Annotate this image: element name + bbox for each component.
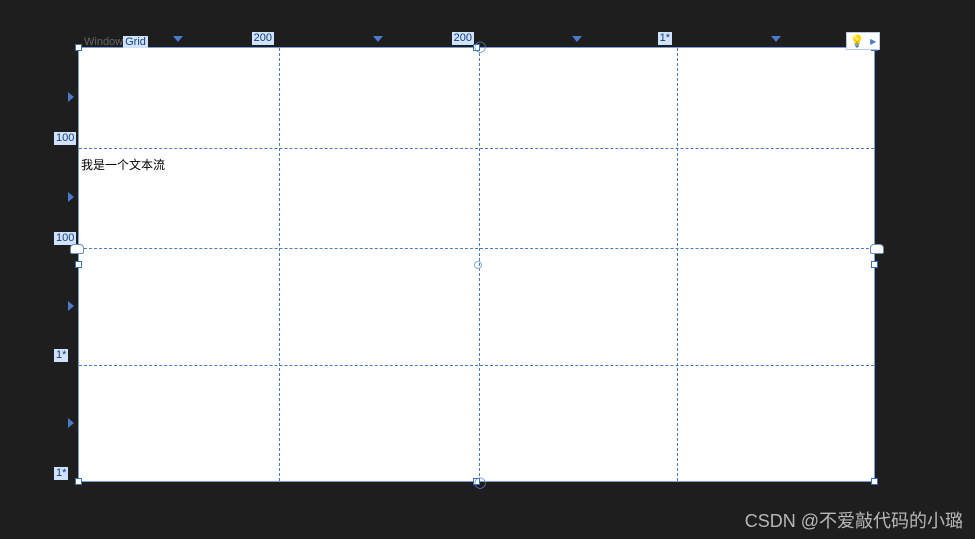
breadcrumb[interactable]: WindowGrid [84, 36, 148, 48]
chevron-right-icon [68, 418, 74, 428]
column-header[interactable]: 200 [278, 36, 478, 50]
row-header[interactable]: 1* [56, 364, 76, 482]
breadcrumb-grid[interactable]: Grid [123, 36, 148, 48]
chevron-right-icon [68, 92, 74, 102]
quick-actions-button[interactable]: 💡 ▶ [846, 32, 880, 50]
grid-column-line[interactable] [677, 48, 678, 481]
column-size-label[interactable]: 1* [658, 32, 672, 45]
lightbulb-icon: 💡 [850, 34, 865, 48]
chevron-down-icon [173, 36, 183, 42]
row-ruler[interactable]: 100 100 1* 1* [56, 47, 76, 482]
grid-row-line[interactable] [79, 148, 874, 149]
row-size-label[interactable]: 100 [54, 132, 76, 145]
column-size-label[interactable]: 200 [452, 32, 474, 45]
column-size-label[interactable]: 200 [252, 32, 274, 45]
center-adorner-icon [474, 261, 482, 269]
column-grip-icon[interactable]: ◯ [474, 476, 486, 489]
chevron-right-icon: ▶ [870, 37, 876, 46]
chevron-right-icon [68, 192, 74, 202]
design-canvas[interactable]: 我是一个文本流 [78, 47, 875, 482]
breadcrumb-window[interactable]: Window [84, 36, 123, 48]
textblock-content[interactable]: 我是一个文本流 [81, 156, 165, 173]
row-header[interactable]: 100 [56, 47, 76, 147]
row-header[interactable]: 100 [56, 147, 76, 247]
chevron-down-icon [771, 36, 781, 42]
watermark-text: CSDN @不爱敲代码的小璐 [745, 507, 963, 533]
row-header[interactable]: 1* [56, 247, 76, 364]
column-grip-icon[interactable]: ◯ [474, 40, 486, 53]
row-lock-icon[interactable] [70, 244, 84, 254]
row-lock-icon[interactable] [870, 244, 884, 254]
grid-row-line[interactable] [79, 248, 874, 249]
grid-row-line[interactable] [79, 365, 874, 366]
chevron-right-icon [68, 301, 74, 311]
chevron-down-icon [373, 36, 383, 42]
grid-column-line[interactable] [279, 48, 280, 481]
row-size-label[interactable]: 1* [54, 349, 68, 362]
column-header[interactable]: 1* [478, 36, 676, 50]
row-size-label[interactable]: 1* [54, 467, 68, 480]
chevron-down-icon [572, 36, 582, 42]
